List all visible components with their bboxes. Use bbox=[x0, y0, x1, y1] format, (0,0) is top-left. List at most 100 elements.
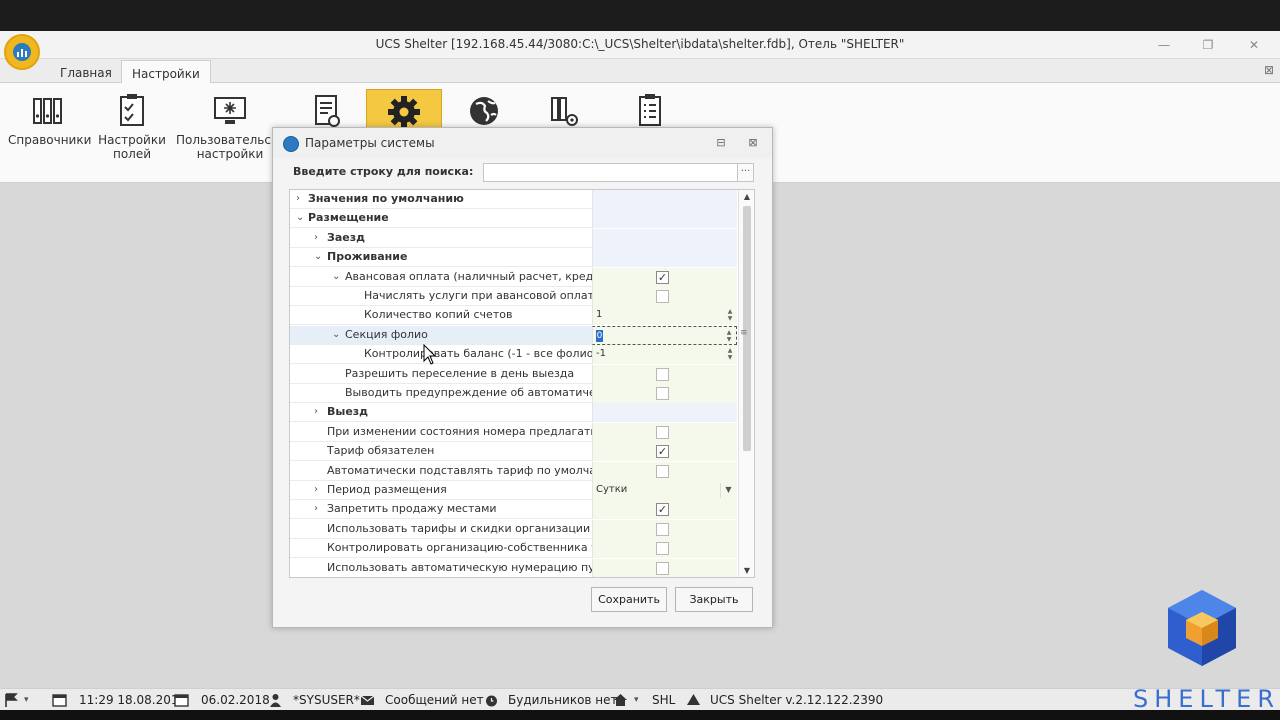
checkbox-unchecked[interactable] bbox=[656, 465, 669, 478]
parameter-value[interactable]: ✓ bbox=[592, 268, 737, 287]
dialog-close-icon[interactable]: ⊠ bbox=[745, 136, 761, 150]
ribbon-button-user-settings[interactable]: Пользовательские настройки bbox=[176, 89, 293, 161]
collapse-chevron-icon[interactable]: ⌄ bbox=[332, 326, 342, 345]
parameter-value[interactable] bbox=[592, 384, 737, 403]
parameter-value[interactable]: -1 ▲ ▼ bbox=[592, 345, 737, 364]
spin-value[interactable]: -1 bbox=[596, 345, 606, 363]
collapse-chevron-icon[interactable]: ⌄ bbox=[314, 248, 324, 267]
scroll-up-icon[interactable]: ▲ bbox=[739, 192, 754, 201]
spin-arrows-icon[interactable]: ▲ ▼ bbox=[724, 347, 736, 362]
parameter-row[interactable]: › Заезд bbox=[290, 229, 737, 248]
scroll-down-icon[interactable]: ▼ bbox=[739, 566, 754, 575]
restore-icon[interactable]: ❐ bbox=[1196, 35, 1220, 55]
parameter-value[interactable] bbox=[592, 287, 737, 306]
title-bar: UCS Shelter [192.168.45.44/3080:C:\_UCS\… bbox=[0, 31, 1280, 59]
parameter-value bbox=[592, 229, 737, 248]
minimize-icon[interactable]: — bbox=[1152, 35, 1176, 55]
parameter-row[interactable]: Автоматически подставлять тариф по умолч… bbox=[290, 462, 737, 481]
parameter-row[interactable]: При изменении состояния номера предлагат… bbox=[290, 423, 737, 442]
status-messages[interactable]: Сообщений нет bbox=[385, 689, 484, 711]
checkbox-checked[interactable]: ✓ bbox=[656, 503, 669, 516]
collapse-chevron-icon[interactable]: ⌄ bbox=[296, 209, 306, 228]
splitter-grip-icon[interactable]: ≡ bbox=[740, 328, 748, 338]
tab-main[interactable]: Главная bbox=[50, 63, 122, 83]
parameter-row[interactable]: Начислять услуги при авансовой оплате bbox=[290, 287, 737, 306]
app-logo-icon[interactable] bbox=[4, 34, 40, 70]
parameter-row[interactable]: Выводить предупреждение об автоматичес..… bbox=[290, 384, 737, 403]
ribbon-button-directories[interactable]: Справочники bbox=[8, 89, 91, 147]
edit-value[interactable]: 0 bbox=[596, 330, 603, 342]
parameters-tree-grid[interactable]: Использовать автоматическую нумерацию пу… bbox=[289, 189, 755, 578]
parameter-row[interactable]: Использовать автоматическую нумерацию пу… bbox=[290, 559, 737, 577]
parameter-value[interactable]: ✓ bbox=[592, 442, 737, 461]
parameter-row[interactable]: › Выезд bbox=[290, 403, 737, 422]
dialog-restore-icon[interactable]: ⊟ bbox=[713, 136, 729, 150]
parameter-row[interactable]: ⌄ Размещение bbox=[290, 209, 737, 228]
close-button[interactable]: Закрыть bbox=[675, 587, 753, 612]
spin-arrows-icon[interactable]: ▲ ▼ bbox=[724, 308, 736, 323]
checkbox-unchecked[interactable] bbox=[656, 562, 669, 575]
parameter-row[interactable]: › Период размещения Сутки ▼ bbox=[290, 481, 737, 500]
vertical-scrollbar[interactable]: ▲ ▼ bbox=[738, 190, 754, 577]
search-more-button[interactable]: ··· bbox=[737, 163, 754, 182]
expand-chevron-icon[interactable]: › bbox=[314, 500, 324, 519]
parameter-value[interactable]: 0 ▲ ▼ bbox=[592, 326, 737, 345]
checkbox-checked[interactable]: ✓ bbox=[656, 271, 669, 284]
expand-chevron-icon[interactable]: › bbox=[314, 403, 324, 422]
parameter-value[interactable] bbox=[592, 520, 737, 539]
flag-dropdown-icon[interactable]: ▾ bbox=[24, 689, 29, 711]
dialog-app-icon bbox=[283, 136, 299, 152]
parameter-label: Использовать автоматическую нумерацию пу… bbox=[327, 561, 612, 574]
parameter-label: Начислять услуги при авансовой оплате bbox=[364, 289, 601, 302]
status-user[interactable]: *SYSUSER* bbox=[293, 689, 360, 711]
parameter-value[interactable]: Сутки ▼ bbox=[592, 481, 737, 500]
parameter-value[interactable]: ✓ bbox=[592, 500, 737, 519]
parameter-value[interactable] bbox=[592, 559, 737, 577]
close-icon[interactable]: ✕ bbox=[1242, 35, 1266, 55]
expand-chevron-icon[interactable]: › bbox=[314, 229, 324, 248]
parameter-value[interactable]: 1 ▲ ▼ bbox=[592, 306, 737, 325]
checkbox-checked[interactable]: ✓ bbox=[656, 445, 669, 458]
ribbon-collapse-icon[interactable]: ⊠ bbox=[1264, 63, 1274, 77]
status-work-date[interactable]: 06.02.2018 bbox=[201, 689, 270, 711]
expand-chevron-icon[interactable]: › bbox=[296, 190, 306, 209]
tab-settings[interactable]: Настройки bbox=[121, 60, 211, 84]
combo-value[interactable]: Сутки bbox=[596, 481, 627, 499]
parameter-row[interactable]: › Запретить продажу местами ✓ bbox=[290, 500, 737, 519]
checkbox-unchecked[interactable] bbox=[656, 387, 669, 400]
spin-value[interactable]: 1 bbox=[596, 306, 602, 324]
parameter-row[interactable]: Разрешить переселение в день выезда bbox=[290, 365, 737, 384]
parameter-value[interactable] bbox=[592, 539, 737, 558]
checkbox-unchecked[interactable] bbox=[656, 542, 669, 555]
search-input[interactable] bbox=[483, 163, 740, 182]
flag-icon[interactable] bbox=[4, 693, 19, 707]
parameter-row[interactable]: ⌄ Проживание bbox=[290, 248, 737, 267]
system-parameters-dialog: Параметры системы ⊟ ⊠ Введите строку для… bbox=[272, 127, 773, 628]
home-dropdown-icon[interactable]: ▾ bbox=[634, 689, 639, 711]
screen-top-bar bbox=[0, 0, 1280, 31]
binders-settings-icon bbox=[551, 97, 578, 126]
status-alarms[interactable]: Будильников нет bbox=[508, 689, 618, 711]
spin-arrows-icon[interactable]: ▲ ▼ bbox=[723, 329, 735, 344]
parameter-row[interactable]: › Значения по умолчанию bbox=[290, 190, 737, 209]
parameter-row[interactable]: ⌄ Секция фолио 0 ▲ ▼ bbox=[290, 326, 737, 345]
combo-dropdown-icon[interactable]: ▼ bbox=[720, 483, 736, 498]
save-button[interactable]: Сохранить bbox=[591, 587, 667, 612]
status-bar: ▾ 11:29 18.08.2017 06.02.2018 *SYSUSER* … bbox=[0, 688, 1280, 710]
parameter-value[interactable] bbox=[592, 462, 737, 481]
parameter-row[interactable]: Контролировать организацию-собственника … bbox=[290, 539, 737, 558]
parameter-row[interactable]: ⌄ Авансовая оплата (наличный расчет, кред… bbox=[290, 268, 737, 287]
checkbox-unchecked[interactable] bbox=[656, 426, 669, 439]
parameter-row[interactable]: Количество копий счетов 1 ▲ ▼ bbox=[290, 306, 737, 325]
parameter-row[interactable]: Тариф обязателен ✓ bbox=[290, 442, 737, 461]
collapse-chevron-icon[interactable]: ⌄ bbox=[332, 268, 342, 287]
parameter-value[interactable] bbox=[592, 423, 737, 442]
parameter-row[interactable]: Контролировать баланс (-1 - все фолио) -1… bbox=[290, 345, 737, 364]
checkbox-unchecked[interactable] bbox=[656, 290, 669, 303]
ribbon-button-field-settings[interactable]: Настройки полей bbox=[92, 89, 172, 161]
checkbox-unchecked[interactable] bbox=[656, 368, 669, 381]
checkbox-unchecked[interactable] bbox=[656, 523, 669, 536]
expand-chevron-icon[interactable]: › bbox=[314, 481, 324, 500]
parameter-row[interactable]: Использовать тарифы и скидки организации… bbox=[290, 520, 737, 539]
parameter-value[interactable] bbox=[592, 365, 737, 384]
